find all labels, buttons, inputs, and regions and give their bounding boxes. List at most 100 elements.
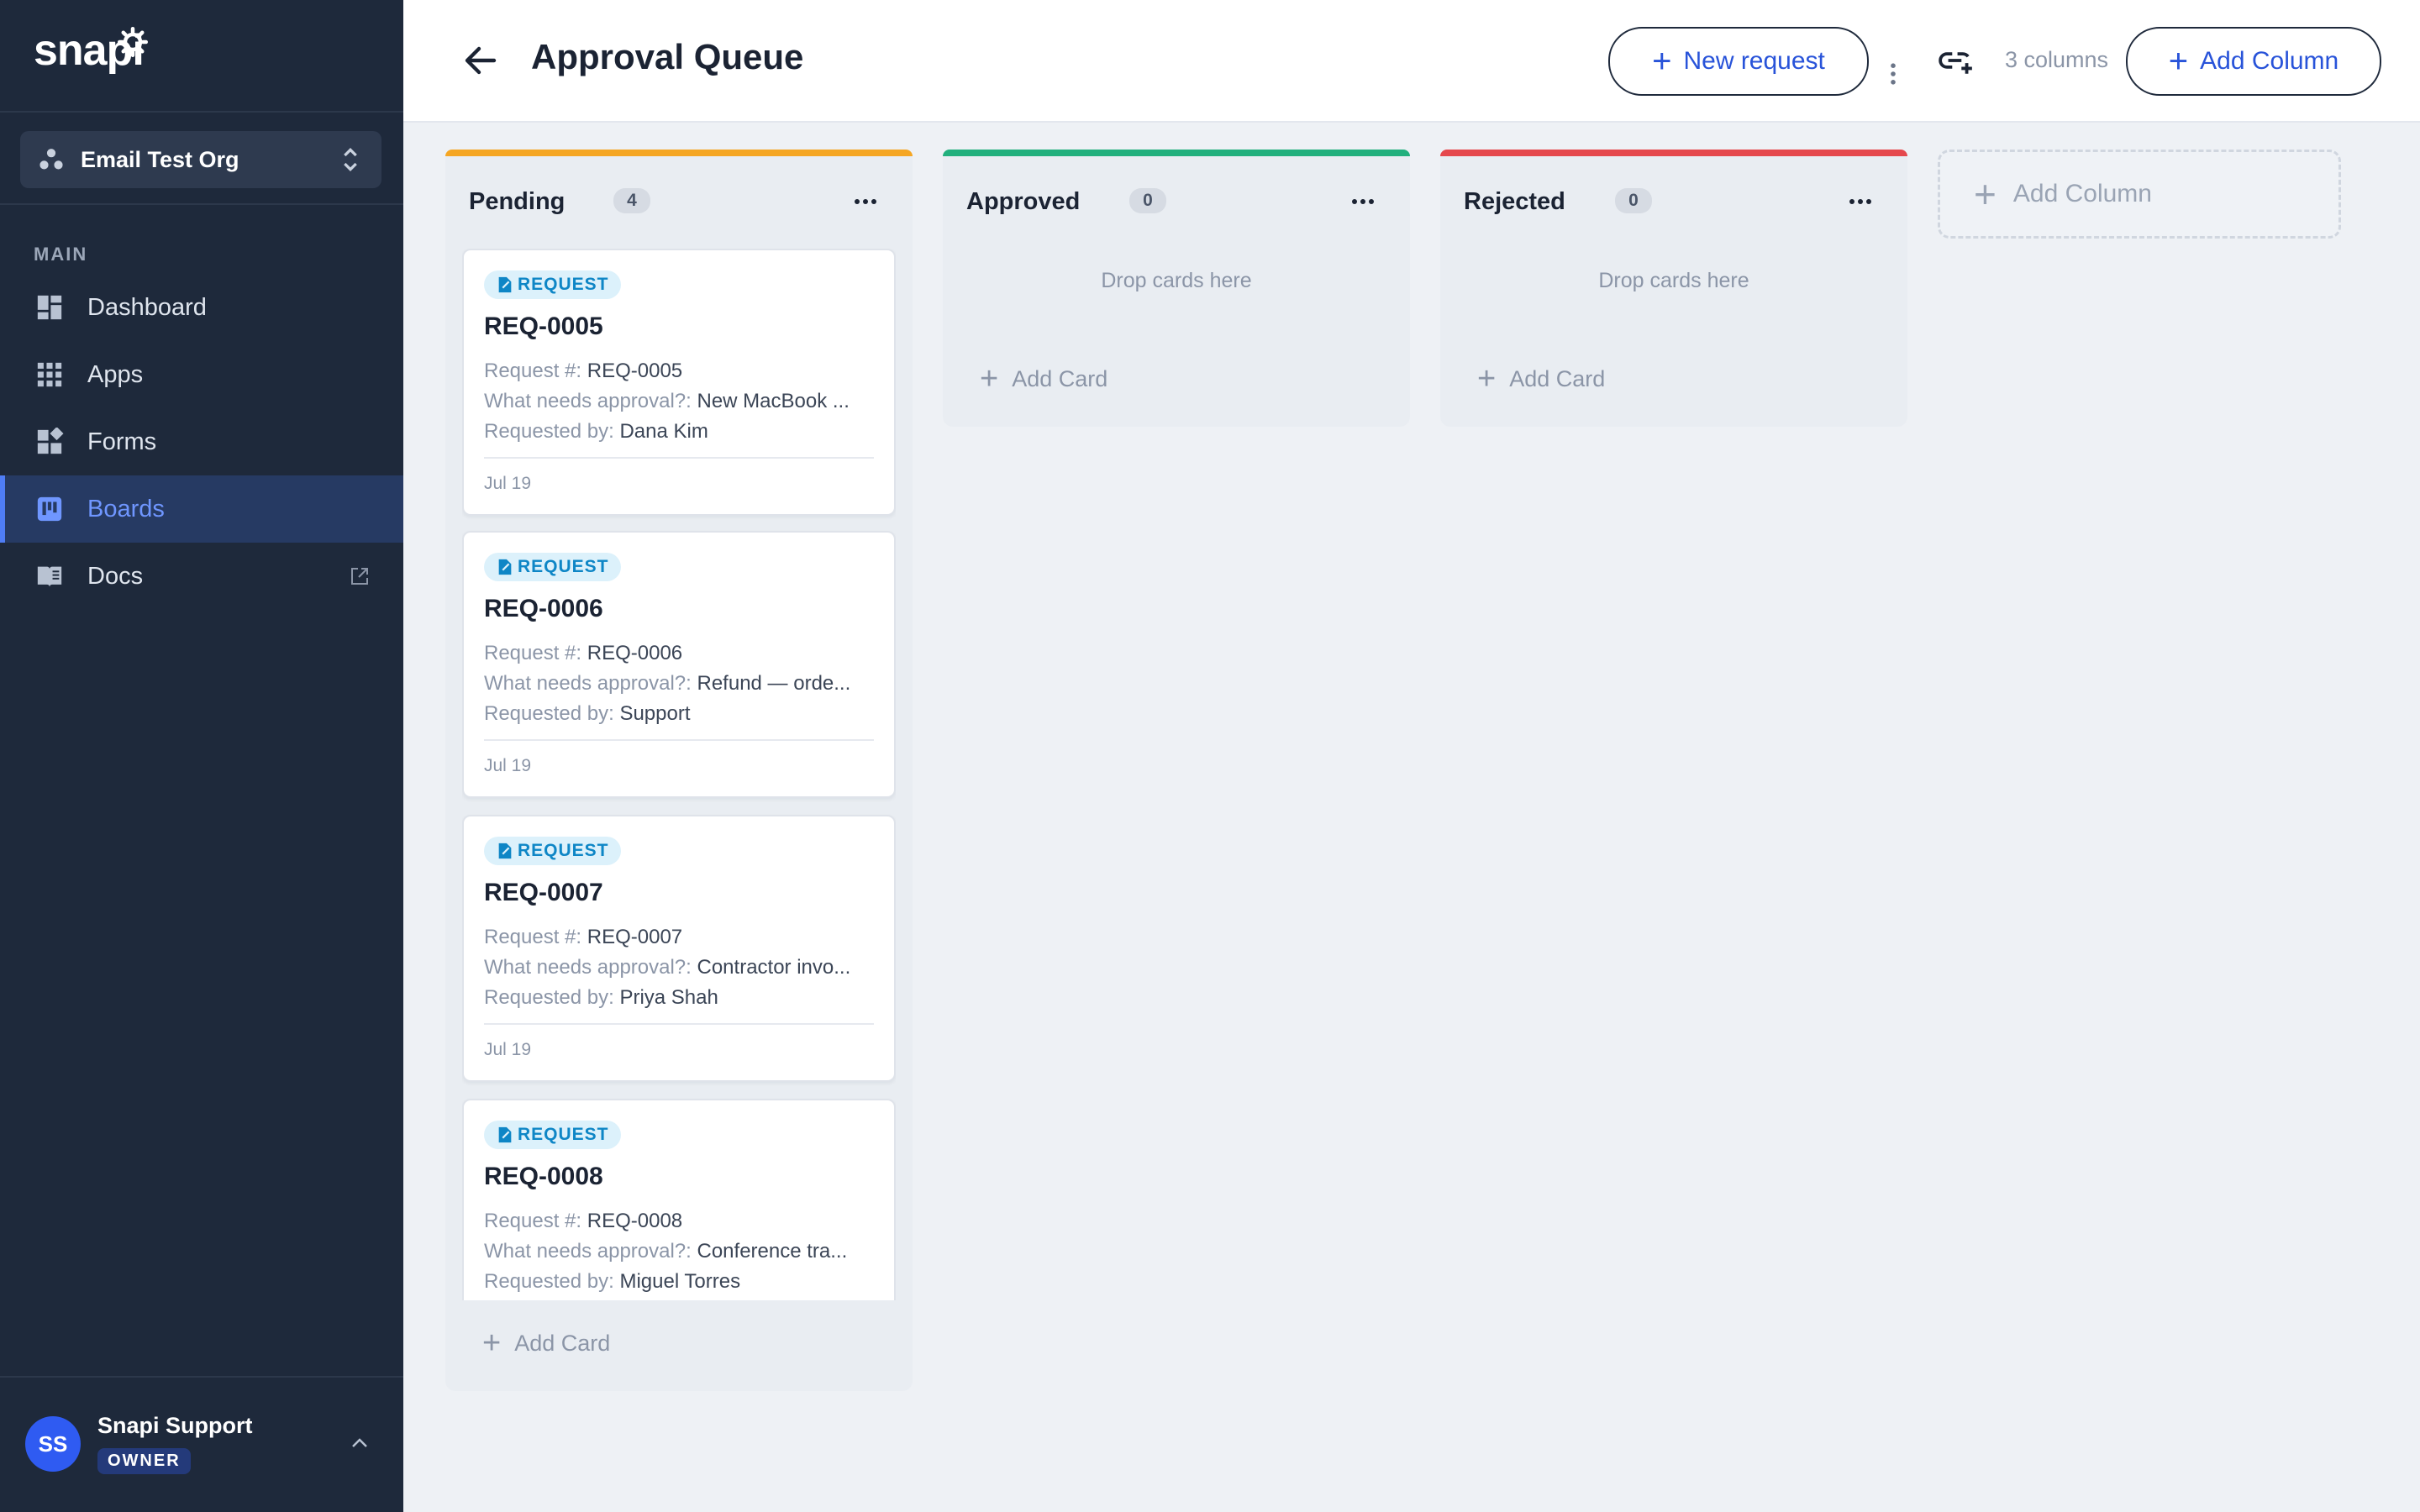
card-date: Jul 19	[484, 474, 532, 493]
more-vertical-icon[interactable]	[1889, 62, 1897, 86]
sidebar: snapi Email Test Org MAIN Dashboard Apps…	[0, 0, 403, 1512]
plus-icon: +	[2168, 43, 2189, 80]
sidebar-item-dashboard[interactable]: Dashboard	[0, 274, 403, 341]
logo-row: snapi	[0, 0, 403, 113]
back-arrow-icon[interactable]	[460, 40, 501, 81]
logo-gear-icon	[118, 27, 148, 57]
nav-section-label: MAIN	[34, 244, 88, 265]
board-card[interactable]: REQUEST REQ-0005 Request #: REQ-0005 Wha…	[462, 249, 896, 516]
plus-icon: +	[1477, 361, 1497, 396]
type-badge: REQUEST	[484, 837, 621, 865]
sidebar-item-docs[interactable]: Docs	[0, 543, 403, 610]
plus-icon: +	[1652, 43, 1672, 80]
card-divider	[484, 739, 874, 741]
sidebar-item-label: Apps	[87, 360, 144, 388]
link-add-icon[interactable]	[1938, 45, 1975, 76]
type-badge: REQUEST	[484, 1121, 621, 1149]
boards-icon	[37, 496, 62, 522]
board-card[interactable]: REQUEST REQ-0008 Request #: REQ-0008 Wha…	[462, 1099, 896, 1300]
sidebar-nav: Dashboard Apps Forms Boards Docs	[0, 274, 403, 610]
org-switcher[interactable]: Email Test Org	[20, 131, 381, 188]
user-name: Snapi Support	[97, 1413, 253, 1438]
column-pending: Pending 4 REQUEST REQ-0005 Request #: RE…	[445, 150, 913, 1391]
dashboard-icon	[37, 295, 62, 320]
user-menu[interactable]: SS Snapi Support OWNER	[0, 1376, 403, 1512]
badge-label: REQUEST	[518, 275, 609, 294]
column-rejected: Rejected 0 Drop cards here + Add Card	[1440, 150, 1907, 427]
card-field-request-number: Request #: REQ-0006	[484, 642, 683, 664]
docs-book-icon	[37, 566, 62, 587]
badge-label: REQUEST	[518, 841, 609, 860]
more-horizontal-icon[interactable]	[854, 198, 877, 205]
add-card-label: Add Card	[1509, 365, 1606, 391]
request-form-icon	[498, 559, 512, 575]
board-card[interactable]: REQUEST REQ-0006 Request #: REQ-0006 Wha…	[462, 531, 896, 798]
add-card-label: Add Card	[1012, 365, 1108, 391]
org-switcher-wrap: Email Test Org	[0, 113, 403, 205]
card-title: REQ-0007	[484, 879, 603, 906]
card-title: REQ-0006	[484, 595, 603, 622]
card-date: Jul 19	[484, 756, 532, 775]
request-form-icon	[498, 843, 512, 859]
type-badge: REQUEST	[484, 553, 621, 581]
column-count-badge: 4	[613, 188, 650, 213]
add-column-button[interactable]: + Add Column	[2126, 27, 2381, 96]
user-role-badge: OWNER	[97, 1448, 191, 1474]
org-name: Email Test Org	[81, 146, 239, 172]
more-horizontal-icon[interactable]	[1351, 198, 1375, 205]
request-form-icon	[498, 1126, 512, 1143]
forms-icon	[37, 428, 64, 454]
card-title: REQ-0008	[484, 1163, 603, 1190]
badge-label: REQUEST	[518, 557, 609, 576]
type-badge: REQUEST	[484, 270, 621, 299]
column-color-bar	[445, 150, 913, 156]
add-column-placeholder-label: Add Column	[2012, 180, 2152, 207]
card-field-request-number: Request #: REQ-0007	[484, 926, 683, 948]
board-card[interactable]: REQUEST REQ-0007 Request #: REQ-0007 Wha…	[462, 815, 896, 1082]
card-field-what-needs-approval: What needs approval?: Refund — orde...	[484, 672, 851, 695]
card-divider	[484, 1023, 874, 1025]
columns-count: 3 columns	[2005, 47, 2109, 72]
new-request-button[interactable]: + New request	[1608, 27, 1869, 96]
card-divider	[484, 457, 874, 459]
column-approved: Approved 0 Drop cards here + Add Card	[943, 150, 1410, 427]
org-people-icon	[39, 149, 63, 170]
add-card-button[interactable]: + Add Card	[482, 1327, 610, 1359]
plus-icon: +	[482, 1326, 502, 1361]
chevron-up-down-icon	[344, 147, 357, 172]
card-field-request-number: Request #: REQ-0008	[484, 1210, 683, 1232]
sidebar-item-label: Docs	[87, 562, 144, 590]
card-field-what-needs-approval: What needs approval?: New MacBook ...	[484, 390, 850, 412]
card-field-what-needs-approval: What needs approval?: Conference tra...	[484, 1240, 848, 1263]
external-link-icon	[351, 568, 368, 585]
card-field-requested-by: Requested by: Dana Kim	[484, 420, 708, 443]
column-count-badge: 0	[1129, 188, 1166, 213]
more-horizontal-icon[interactable]	[1849, 198, 1872, 205]
sidebar-item-forms[interactable]: Forms	[0, 408, 403, 475]
card-title: REQ-0005	[484, 312, 603, 340]
avatar: SS	[25, 1416, 81, 1472]
new-request-label: New request	[1683, 47, 1825, 75]
page-title: Approval Queue	[531, 37, 804, 76]
drop-zone-text: Drop cards here	[1101, 269, 1252, 292]
sidebar-item-apps[interactable]: Apps	[0, 341, 403, 408]
sidebar-item-label: Forms	[87, 428, 157, 455]
card-field-requested-by: Requested by: Miguel Torres	[484, 1270, 741, 1293]
add-column-placeholder[interactable]: + Add Column	[1938, 150, 2341, 239]
column-title: Pending	[469, 188, 566, 215]
add-card-button[interactable]: + Add Card	[980, 363, 1107, 395]
card-date: Jul 19	[484, 1040, 532, 1059]
cards-list: REQUEST REQ-0005 Request #: REQ-0005 Wha…	[462, 249, 896, 1300]
add-column-label: Add Column	[2200, 47, 2339, 75]
card-field-request-number: Request #: REQ-0005	[484, 360, 683, 382]
column-title: Approved	[966, 188, 1081, 215]
sidebar-item-boards[interactable]: Boards	[0, 475, 403, 543]
badge-label: REQUEST	[518, 1125, 609, 1144]
page-header: Approval Queue + New request 3 columns +…	[403, 0, 2420, 123]
card-field-requested-by: Requested by: Priya Shah	[484, 986, 718, 1009]
sidebar-item-label: Dashboard	[87, 293, 207, 321]
column-color-bar	[1440, 150, 1907, 156]
chevron-up-icon	[352, 1438, 367, 1447]
column-color-bar	[943, 150, 1410, 156]
add-card-button[interactable]: + Add Card	[1477, 363, 1605, 395]
